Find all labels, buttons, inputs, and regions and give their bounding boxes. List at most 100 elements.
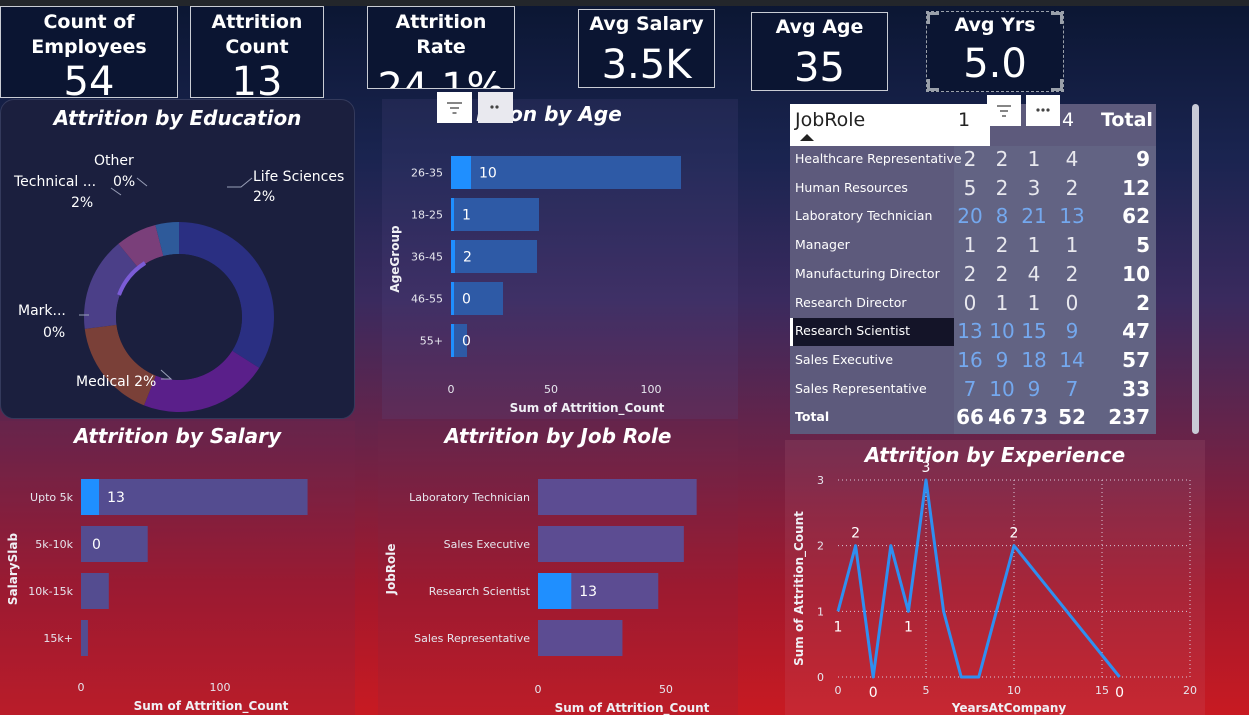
matrix-row[interactable]: Healthcare Representative 2 2 1 4 9 [790,146,1156,174]
matrix-scrollbar[interactable] [1192,104,1199,434]
bar-highlight [538,573,572,609]
kpi-value-avg-yrs: 5.0 [963,41,1027,87]
filter-icon[interactable] [437,92,472,123]
matrix-cell: 2 [995,233,1009,258]
kpi-card-attrition-rate[interactable]: Attrition Rate 24.1% [367,6,515,89]
more-options-icon[interactable] [1026,95,1060,126]
matrix-cell: 13 [957,319,983,344]
matrix-row-total: 9 [1136,147,1150,171]
kpi-card-attrition-count[interactable]: Attrition Count 13 [190,6,324,98]
matrix-cell: 9 [1065,319,1079,344]
experience-line-chart: 01230 5 10 15 201201320YearsAtCompanySum of … [792,460,1197,715]
matrix-total-header[interactable]: Total [1101,109,1153,151]
matrix-cell: 66 [956,405,984,430]
data-label: 13 [107,490,125,506]
x-tick-label: 0 [78,681,85,694]
bar-46-55 [451,282,503,315]
matrix-row-total: 5 [1136,233,1150,258]
label-marketing: Mark... [18,303,66,319]
category-label: Laboratory Technician [409,491,530,504]
matrix-row[interactable]: Laboratory Technician 20 8 21 13 62 [790,203,1156,231]
resize-handle[interactable] [927,79,939,91]
filter-icon[interactable] [987,95,1021,126]
resize-handle[interactable] [927,12,939,24]
matrix-cell: 10 [989,376,1015,401]
matrix-total-row[interactable]: Total 66 46 73 52 237 [790,404,1156,432]
matrix-cell: 16 [957,347,983,372]
resize-handle[interactable] [1051,12,1063,24]
kpi-title-line1: Count of [43,11,135,33]
kpi-card-avg-age[interactable]: Avg Age 35 [751,12,888,91]
category-label: 36-45 [411,251,443,264]
x-tick-label: 5 [923,684,930,697]
matrix-cell: 9 [995,347,1009,372]
label-other-pct: 0% [113,174,135,190]
matrix-row[interactable]: Manufacturing Director 2 2 4 2 10 [790,261,1156,289]
matrix-cell: 0 [963,290,977,315]
matrix-row-total: 57 [1122,347,1150,372]
label-life-sciences-pct: 2% [253,189,275,205]
matrix-row[interactable]: Sales Executive 16 9 18 14 57 [790,347,1156,375]
jobrole-bar-chart: Laboratory Technician Sales Executive 13 Re… [384,479,710,715]
matrix-row-label: Sales Representative [795,380,927,396]
kpi-title-line1: Attrition [211,11,303,33]
x-tick-label: 0 [448,383,455,396]
x-tick-label: 0 [835,684,842,697]
sort-ascending-icon[interactable] [800,134,814,141]
matrix-row[interactable]: Research Director 0 1 1 0 2 [790,290,1156,318]
matrix-cell: 10 [989,319,1015,344]
matrix-row[interactable]: Sales Representative 7 10 9 7 33 [790,376,1156,404]
leader-line [136,177,148,187]
jobrole-panel: Attrition by Job Role Laboratory Technic… [378,421,738,715]
matrix-row-total: 47 [1122,319,1150,344]
matrix-row-total: 237 [1108,405,1150,430]
bar-5k-10k [81,526,148,562]
kpi-value-attrition-rate: 24.1% [377,65,505,89]
matrix-cell: 7 [963,376,977,401]
label-life-sciences: Life Sciences [253,169,344,185]
matrix-row-label: Human Resources [795,179,908,195]
x-axis-title: YearsAtCompany [951,701,1067,715]
label-medical: Medical 2% [76,374,156,390]
line-series-attrition [836,478,1121,679]
kpi-card-employees[interactable]: Count of Employees 54 [0,6,178,98]
matrix-cell: 5 [963,175,977,200]
matrix-row[interactable]: Human Resources 5 2 3 2 12 [790,175,1156,203]
x-tick-label: 100 [641,383,662,396]
matrix-cell: 2 [995,261,1009,286]
category-label: 46-55 [411,293,443,306]
matrix-cell: 2 [963,261,977,286]
more-options-icon[interactable] [478,92,513,123]
matrix-cell: 46 [988,405,1016,430]
kpi-title-line2: Count [225,36,289,58]
resize-handle[interactable] [1051,79,1063,91]
matrix-cell: 2 [1065,261,1079,286]
label-technical-pct: 2% [71,195,93,211]
matrix-row-header[interactable]: JobRole [795,109,865,151]
bar-highlight [451,156,471,189]
kpi-title: Attrition Rate [395,11,487,58]
x-tick-label: 15 [1095,684,1109,697]
kpi-title: Avg Age [775,16,864,38]
matrix-row[interactable]: Manager 1 2 1 1 5 [790,232,1156,260]
y-tick-label: 1 [817,605,824,618]
matrix-col-header-1[interactable]: 1 [958,109,970,151]
kpi-card-avg-yrs[interactable]: Avg Yrs 5.0 [926,11,1064,92]
category-label: Research Scientist [429,585,531,598]
y-tick-label: 3 [817,474,824,487]
matrix-cell: 2 [995,147,1009,171]
category-label: 18-25 [411,209,443,222]
matrix-cell: 52 [1058,405,1086,430]
kpi-card-avg-salary[interactable]: Avg Salary 3.5K [578,9,715,88]
kpi-title-line2: Employees [31,36,147,58]
y-axis-title: AgeGroup [388,225,402,293]
x-axis-title: Sum of Attrition_Count [134,699,289,714]
matrix-cell: 1 [1065,233,1079,258]
leader-line [227,177,253,188]
matrix-row[interactable]: Research Scientist 13 10 15 9 47 [790,318,1156,347]
experience-panel: Attrition by Experience 0 1 2 3 0 5 10 15 20 1 2 0 1… [785,440,1205,715]
matrix-row-total: 62 [1122,204,1150,229]
matrix-row-total: 10 [1122,261,1150,286]
matrix-col-header-4[interactable]: 4 [1062,109,1074,151]
data-label: 0 [462,292,471,308]
